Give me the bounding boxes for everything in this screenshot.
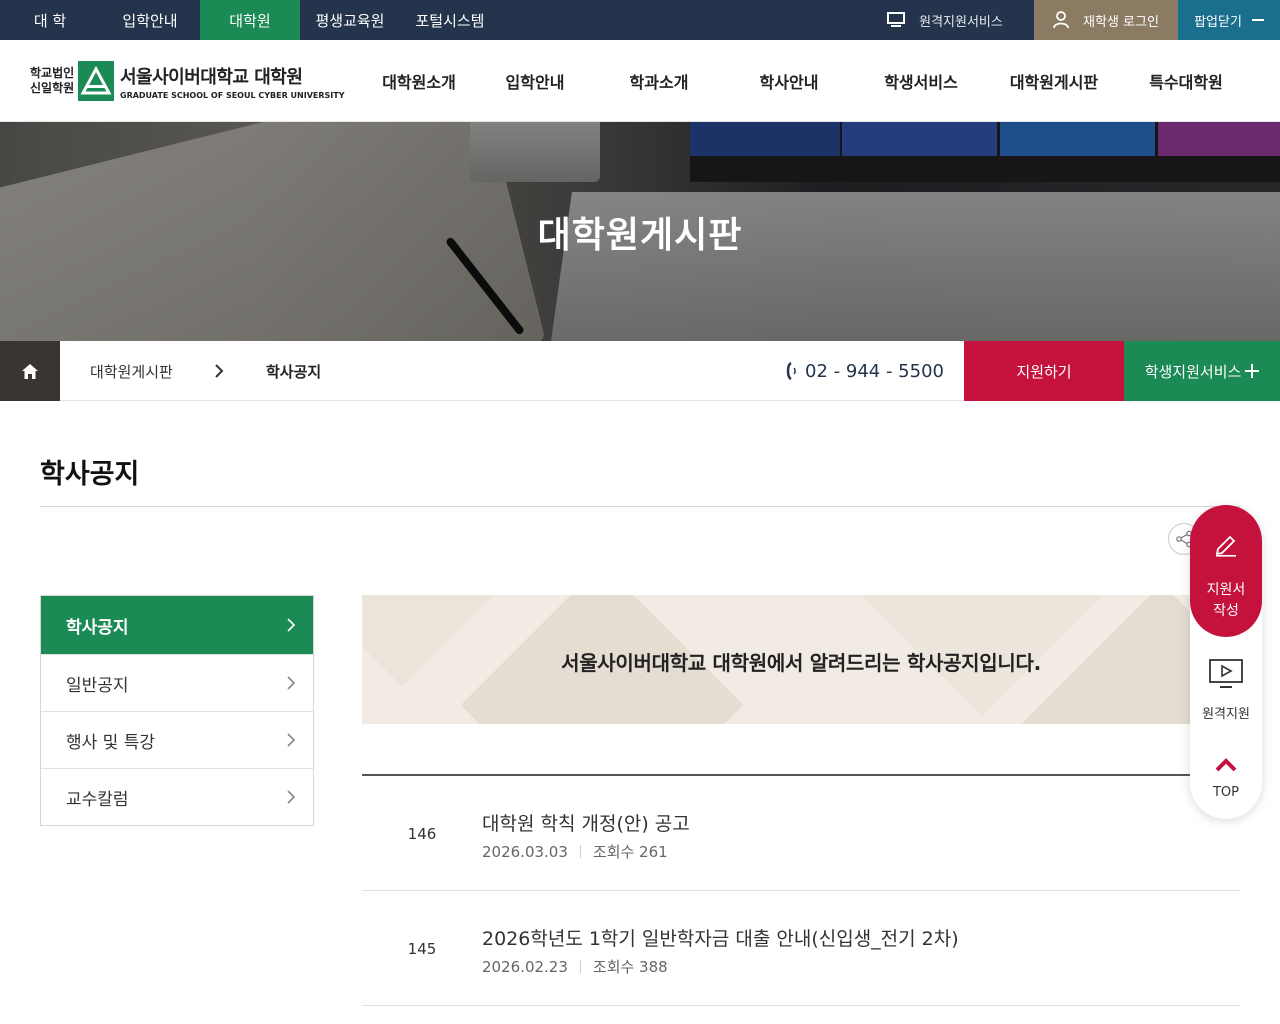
site-tab-graduate[interactable]: 대학원: [200, 0, 300, 40]
side-menu: 학사공지 일반공지 행사 및 특강 교수칼럼: [40, 595, 314, 826]
post-number: 146: [407, 824, 437, 843]
site-tab-university[interactable]: 대 학: [0, 0, 100, 40]
phone-number: 02 - 944 - 5500: [785, 341, 944, 401]
phone-icon: [786, 361, 796, 381]
chevron-right-icon: [287, 733, 295, 747]
monitor-play-icon: [1209, 659, 1243, 688]
chevron-right-icon: [215, 364, 224, 378]
quick-apply-form-button[interactable]: 지원서 작성: [1190, 505, 1262, 637]
chevron-right-icon: [287, 618, 295, 632]
page-title: 학사공지: [40, 459, 140, 490]
side-menu-item-events[interactable]: 행사 및 특강: [41, 711, 313, 768]
pencil-icon: [1215, 535, 1236, 557]
monitor-icon: [887, 12, 906, 27]
quick-menu: 지원서 작성 원격지원 TOP: [1190, 505, 1262, 819]
post-number: 145: [407, 939, 437, 958]
nav-departments[interactable]: 학과소개: [587, 40, 731, 122]
chevron-up-icon: [1215, 758, 1237, 772]
logo-subtitle: GRADUATE SCHOOL OF SEOUL CYBER UNIVERSIT…: [120, 90, 345, 100]
post-views: 조회수 388: [592, 958, 668, 976]
post-meta: 2026.03.03 조회수 261: [482, 841, 668, 862]
post-title[interactable]: 대학원 학칙 개정(안) 공고: [482, 809, 690, 836]
chevron-right-icon: [287, 790, 295, 804]
remote-support-label: 원격지원서비스: [919, 14, 1003, 30]
side-menu-label: 행사 및 특강: [66, 732, 156, 753]
student-login-label: 재학생 로그인: [1083, 14, 1159, 30]
top-utility-right: 원격지원서비스 재학생 로그인 팝업닫기: [856, 0, 1280, 40]
quick-remote-support-button[interactable]: 원격지원: [1190, 653, 1262, 733]
nav-student-services[interactable]: 학생서비스: [847, 40, 995, 122]
home-button[interactable]: [0, 341, 60, 401]
hero-banner: 대학원게시판: [0, 122, 1280, 341]
logo-titles: 서울사이버대학교 대학원 GRADUATE SCHOOL OF SEOUL CY…: [120, 63, 345, 100]
popup-close-label: 팝업닫기: [1194, 14, 1242, 30]
main-navigation: 대학원소개 입학안내 학과소개 학사안내 학생서비스 대학원게시판 특수대학원: [355, 40, 1259, 122]
nav-admission[interactable]: 입학안내: [483, 40, 587, 122]
phone-number-text: 02 - 944 - 5500: [805, 360, 944, 382]
site-header: 학교법인 신일학원 서울사이버대학교 대학원 GRADUATE SCHOOL O…: [0, 40, 1280, 122]
list-item[interactable]: 146 대학원 학칙 개정(안) 공고 2026.03.03 조회수 261: [362, 776, 1240, 891]
side-menu-label: 교수칼럼: [66, 789, 129, 810]
nav-academic-info[interactable]: 학사안내: [731, 40, 847, 122]
logo-corp-text: 학교법인 신일학원: [30, 66, 75, 95]
board-intro-text: 서울사이버대학교 대학원에서 알려드리는 학사공지입니다.: [561, 651, 1041, 675]
home-icon: [22, 363, 38, 379]
student-login-button[interactable]: 재학생 로그인: [1034, 0, 1178, 40]
title-divider: [40, 506, 1240, 507]
side-menu-item-academic-notice[interactable]: 학사공지: [41, 596, 313, 654]
side-menu-item-general-notice[interactable]: 일반공지: [41, 654, 313, 711]
breadcrumb-level1[interactable]: 대학원게시판: [60, 341, 242, 401]
apply-button[interactable]: 지원하기: [964, 341, 1124, 401]
post-date: 2026.02.23: [482, 957, 568, 976]
board-intro-banner: 서울사이버대학교 대학원에서 알려드리는 학사공지입니다.: [362, 595, 1240, 724]
post-list: 146 대학원 학칙 개정(안) 공고 2026.03.03 조회수 261 1…: [362, 774, 1240, 1006]
student-support-button[interactable]: 학생지원서비스: [1124, 341, 1280, 401]
logo-mark-icon: [78, 61, 114, 101]
minus-icon: [1251, 19, 1264, 21]
list-item[interactable]: 145 2026학년도 1학기 일반학자금 대출 안내(신입생_전기 2차) 2…: [362, 891, 1240, 1006]
post-views: 조회수 261: [592, 843, 668, 861]
nav-graduate-intro[interactable]: 대학원소개: [355, 40, 483, 122]
scroll-top-label: TOP: [1212, 785, 1239, 800]
quick-apply-label: 지원서 작성: [1206, 582, 1246, 619]
site-logo[interactable]: 학교법인 신일학원 서울사이버대학교 대학원 GRADUATE SCHOOL O…: [30, 60, 345, 102]
site-tab-lifelong[interactable]: 평생교육원: [300, 0, 400, 40]
post-title[interactable]: 2026학년도 1학기 일반학자금 대출 안내(신입생_전기 2차): [482, 924, 959, 951]
breadcrumb-level2[interactable]: 학사공지: [266, 341, 321, 401]
popup-close-button[interactable]: 팝업닫기: [1178, 0, 1280, 40]
nav-graduate-board[interactable]: 대학원게시판: [995, 40, 1113, 122]
logo-title: 서울사이버대학교 대학원: [120, 66, 303, 88]
quick-remote-label: 원격지원: [1202, 707, 1250, 722]
top-utility-bar: 대 학 입학안내 대학원 평생교육원 포털시스템 원격지원서비스 재학생 로그인…: [0, 0, 1280, 40]
nav-special-graduate[interactable]: 특수대학원: [1113, 40, 1259, 122]
site-tab-portal[interactable]: 포털시스템: [400, 0, 500, 40]
post-meta: 2026.02.23 조회수 388: [482, 956, 668, 977]
side-menu-item-professor-column[interactable]: 교수칼럼: [41, 768, 313, 825]
side-menu-label: 일반공지: [66, 675, 129, 696]
location-bar: 대학원게시판 학사공지 02 - 944 - 5500 지원하기 학생지원서비스: [0, 341, 1280, 401]
scroll-top-button[interactable]: TOP: [1190, 753, 1262, 803]
post-date: 2026.03.03: [482, 842, 568, 861]
breadcrumb-level1-label: 대학원게시판: [90, 362, 173, 381]
remote-support-link[interactable]: 원격지원서비스: [856, 0, 1034, 40]
user-icon: [1053, 11, 1069, 29]
chevron-right-icon: [287, 676, 295, 690]
student-support-label: 학생지원서비스: [1144, 362, 1242, 381]
side-menu-label: 학사공지: [66, 617, 129, 638]
hero-title: 대학원게시판: [537, 215, 743, 256]
site-tab-admission[interactable]: 입학안내: [100, 0, 200, 40]
plus-icon: [1245, 364, 1260, 378]
